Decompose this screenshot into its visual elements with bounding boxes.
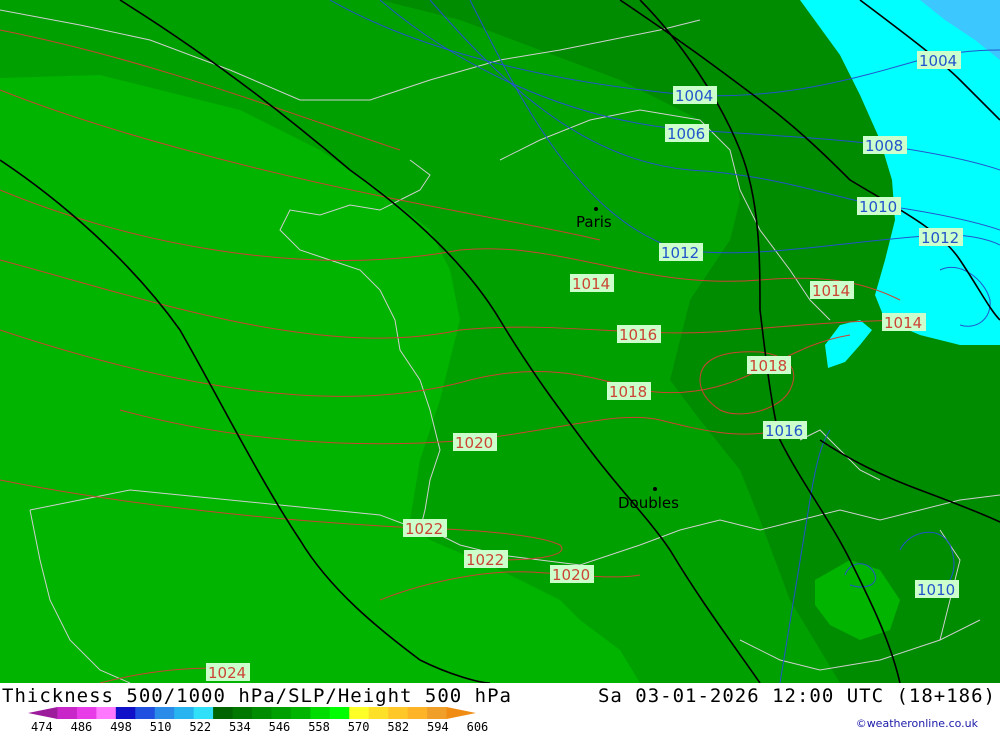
svg-text:1018: 1018 xyxy=(609,383,647,401)
svg-text:1024: 1024 xyxy=(208,664,246,682)
isobar-label: 1012 xyxy=(919,228,963,247)
isobar-label: 1018 xyxy=(747,356,791,375)
svg-text:1004: 1004 xyxy=(675,87,713,105)
svg-text:1014: 1014 xyxy=(572,275,610,293)
svg-text:1012: 1012 xyxy=(921,229,959,247)
map-datetime: Sa 03-01-2026 12:00 UTC (18+186) xyxy=(597,685,996,707)
svg-text:1012: 1012 xyxy=(661,244,699,262)
svg-text:1010: 1010 xyxy=(917,581,955,599)
legend-swatch xyxy=(252,707,272,719)
legend-swatch xyxy=(115,707,136,719)
legend-tick: 570 xyxy=(347,720,370,734)
city-label: Paris xyxy=(576,213,612,231)
isobar-label: 1014 xyxy=(882,313,926,332)
map-footer: Thickness 500/1000 hPa/SLP/Height 500 hP… xyxy=(0,683,1000,734)
isobar-label: 1020 xyxy=(550,565,594,584)
legend-swatch xyxy=(57,707,78,719)
svg-text:1014: 1014 xyxy=(884,314,922,332)
legend-tick: 558 xyxy=(308,720,330,734)
legend-swatch xyxy=(76,707,97,719)
legend-swatch xyxy=(407,707,428,719)
legend-tick: 534 xyxy=(229,720,251,734)
isobar-label: 1006 xyxy=(665,124,709,143)
legend-swatch xyxy=(446,707,476,719)
svg-text:1016: 1016 xyxy=(619,326,657,344)
isobar-label: 1016 xyxy=(617,325,661,344)
legend-tick: 486 xyxy=(70,720,93,734)
isobar-label: 1016 xyxy=(763,421,807,440)
isobar-label: 1004 xyxy=(673,86,717,105)
svg-text:1022: 1022 xyxy=(466,551,504,569)
color-legend xyxy=(28,707,476,719)
weather-map: Paris Doubles 1004 1004 1006 1008 1010 1… xyxy=(0,0,1000,683)
legend-tick: 522 xyxy=(189,720,212,734)
svg-text:1020: 1020 xyxy=(455,434,493,452)
map-title: Thickness 500/1000 hPa/SLP/Height 500 hP… xyxy=(2,685,512,707)
isobar-label: 1020 xyxy=(453,433,497,452)
legend-swatch xyxy=(368,707,389,719)
svg-text:1010: 1010 xyxy=(859,198,897,216)
legend-tick: 606 xyxy=(466,720,489,734)
svg-text:1022: 1022 xyxy=(405,520,443,538)
legend-swatch xyxy=(135,707,156,719)
svg-text:1018: 1018 xyxy=(749,357,787,375)
isobar-label: 1010 xyxy=(915,580,959,599)
legend-swatch xyxy=(271,707,292,719)
svg-text:1020: 1020 xyxy=(552,566,590,584)
isobar-label: 1022 xyxy=(464,550,508,569)
legend-swatch xyxy=(232,707,253,719)
isobar-label: 1004 xyxy=(917,51,961,70)
legend-swatch xyxy=(174,707,195,719)
isobar-label: 1024 xyxy=(206,663,250,682)
legend-swatch xyxy=(290,707,311,719)
isobar-label: 1008 xyxy=(863,136,907,155)
isobar-label: 1010 xyxy=(857,197,901,216)
svg-text:1004: 1004 xyxy=(919,52,957,70)
isobar-label: 1022 xyxy=(403,519,447,538)
credit: ©weatheronline.co.uk xyxy=(855,717,978,730)
svg-text:1008: 1008 xyxy=(865,137,903,155)
isobar-label: 1014 xyxy=(570,274,614,293)
legend-swatch xyxy=(349,707,370,719)
city-marker xyxy=(594,207,598,211)
legend-swatch xyxy=(310,707,331,719)
svg-text:1014: 1014 xyxy=(812,282,850,300)
city-label: Doubles xyxy=(618,494,679,512)
legend-tick: 510 xyxy=(149,720,172,734)
legend-swatch xyxy=(213,707,234,719)
svg-text:1006: 1006 xyxy=(667,125,705,143)
legend-tick: 546 xyxy=(268,720,291,734)
legend-swatch xyxy=(427,707,448,719)
isobar-label: 1012 xyxy=(659,243,703,262)
isobar-label: 1018 xyxy=(607,382,651,401)
legend-tick: 474 xyxy=(31,720,53,734)
legend-swatch xyxy=(193,707,214,719)
legend-swatch xyxy=(329,707,350,719)
legend-swatch xyxy=(28,707,58,719)
legend-swatch xyxy=(388,707,409,719)
legend-swatch xyxy=(154,707,175,719)
legend-tick: 594 xyxy=(427,720,449,734)
legend-tick: 582 xyxy=(387,720,410,734)
svg-text:1016: 1016 xyxy=(765,422,803,440)
legend-tick: 498 xyxy=(110,720,132,734)
city-marker xyxy=(653,487,657,491)
isobar-label: 1014 xyxy=(810,281,854,300)
legend-swatch xyxy=(96,707,117,719)
